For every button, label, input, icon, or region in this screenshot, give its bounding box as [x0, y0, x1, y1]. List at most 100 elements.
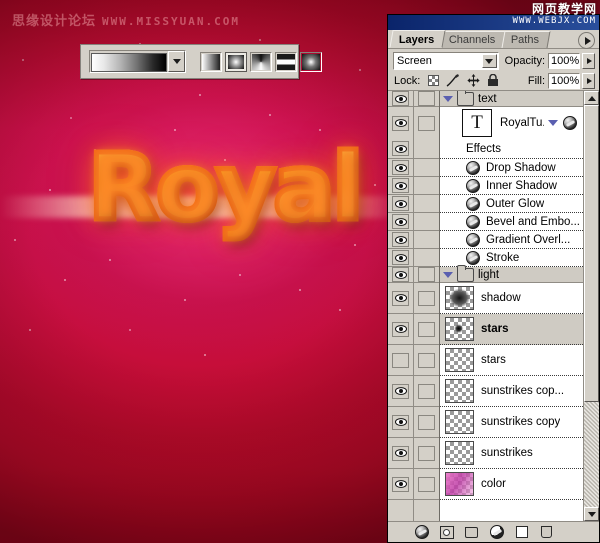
blend-mode-select[interactable]: Screen	[393, 52, 499, 70]
scroll-down-button[interactable]	[584, 507, 599, 521]
gradient-type-buttons	[200, 51, 322, 72]
lock-transparent-pixels-button[interactable]	[426, 74, 440, 87]
opacity-stepper-button[interactable]	[582, 53, 595, 69]
link-toggle	[414, 231, 439, 249]
layer-row-sunstrikes-cop[interactable]: sunstrikes cop...	[440, 376, 583, 407]
gradient-picker[interactable]	[89, 50, 186, 73]
layer-row-sunstrikes[interactable]: sunstrikes	[440, 438, 583, 469]
layer-row-color[interactable]: color	[440, 469, 583, 500]
visibility-toggle[interactable]	[388, 438, 413, 469]
visibility-toggle[interactable]	[388, 345, 413, 376]
watermark-panel-url: WWW.WEBJX.COM	[512, 16, 596, 26]
disclosure-triangle-icon[interactable]	[443, 95, 453, 102]
layer-style-button[interactable]	[414, 525, 429, 540]
new-adjustment-layer-button[interactable]	[489, 525, 504, 540]
lock-label: Lock:	[394, 74, 421, 87]
gradient-dropdown-button[interactable]	[168, 51, 185, 72]
lock-image-pixels-button[interactable]	[446, 74, 460, 87]
radial-gradient-button[interactable]	[225, 51, 247, 72]
effect-row-outer-glow[interactable]: Outer Glow	[440, 195, 583, 213]
add-layer-mask-button[interactable]	[439, 525, 454, 540]
link-toggle[interactable]	[414, 267, 439, 283]
linear-gradient-button[interactable]	[200, 51, 222, 72]
visibility-toggle[interactable]	[388, 139, 413, 159]
blend-mode-value: Screen	[397, 55, 432, 67]
visibility-toggle[interactable]	[388, 267, 413, 283]
visibility-toggle[interactable]	[388, 407, 413, 438]
effect-row-gradient-overlay[interactable]: Gradient Overl...	[440, 231, 583, 249]
layer-effects-icon	[563, 116, 577, 130]
new-group-button[interactable]	[464, 525, 479, 540]
disclosure-triangle-icon[interactable]	[443, 271, 453, 278]
palette-titlebar[interactable]: 网页教学网 WWW.WEBJX.COM	[388, 2, 599, 30]
link-toggle[interactable]	[414, 438, 439, 469]
link-toggle[interactable]	[414, 91, 439, 107]
link-toggle[interactable]	[414, 469, 439, 500]
effects-header-row[interactable]: Effects	[440, 139, 583, 159]
visibility-toggle[interactable]	[388, 231, 413, 249]
folder-icon	[457, 264, 474, 282]
eye-icon	[392, 267, 409, 282]
link-toggle[interactable]	[414, 107, 439, 139]
opacity-label: Opacity:	[504, 55, 546, 67]
effect-name: Inner Shadow	[486, 179, 557, 192]
scrollbar-thumb[interactable]	[584, 105, 599, 403]
link-toggle[interactable]	[414, 376, 439, 407]
lock-all-button[interactable]	[486, 74, 500, 87]
layer-row-shadow[interactable]: shadow	[440, 283, 583, 314]
fill-input[interactable]: 100%	[548, 72, 580, 89]
gradient-swatch[interactable]	[91, 52, 167, 72]
link-toggle[interactable]	[414, 345, 439, 376]
new-layer-button[interactable]	[514, 525, 529, 540]
palette-menu-button[interactable]	[578, 32, 595, 49]
tab-channels-label: Channels	[449, 34, 496, 46]
folder-icon	[457, 91, 474, 106]
layer-row-stars-selected[interactable]: stars	[440, 314, 583, 345]
scroll-up-button[interactable]	[584, 91, 599, 105]
reflected-gradient-button[interactable]	[275, 51, 297, 72]
eye-icon	[392, 445, 409, 461]
opacity-input[interactable]: 100%	[548, 53, 581, 69]
visibility-toggle[interactable]	[388, 195, 413, 213]
scrollbar-track[interactable]	[584, 105, 599, 507]
effect-row-inner-shadow[interactable]: Inner Shadow	[440, 177, 583, 195]
disclosure-triangle-icon[interactable]	[548, 120, 558, 126]
layer-group-text[interactable]: text	[440, 91, 583, 107]
layer-thumbnail	[445, 348, 474, 372]
visibility-toggle[interactable]	[388, 314, 413, 345]
effect-row-drop-shadow[interactable]: Drop Shadow	[440, 159, 583, 177]
visibility-toggle[interactable]	[388, 159, 413, 177]
diamond-gradient-button[interactable]	[300, 51, 322, 72]
fill-stepper-button[interactable]	[582, 72, 595, 89]
move-icon	[467, 74, 480, 87]
layer-group-light[interactable]: light	[440, 264, 583, 283]
lock-position-button[interactable]	[466, 74, 480, 87]
visibility-toggle[interactable]	[388, 107, 413, 139]
tab-paths[interactable]: Paths	[501, 31, 551, 48]
layer-row-stars-hidden[interactable]: stars	[440, 345, 583, 376]
angle-gradient-button[interactable]	[250, 51, 272, 72]
effect-row-bevel-and-emboss[interactable]: Bevel and Embo...	[440, 213, 583, 231]
layer-row-sunstrikes-copy[interactable]: sunstrikes copy	[440, 407, 583, 438]
visibility-toggle[interactable]	[388, 283, 413, 314]
visibility-toggle[interactable]	[388, 249, 413, 267]
visibility-toggle[interactable]	[388, 91, 413, 107]
half-circle-icon	[489, 525, 504, 539]
layer-row-text[interactable]: T RoyalTu...	[440, 107, 583, 139]
layer-list: text T RoyalTu... Effects Drop Shadow	[388, 91, 599, 521]
link-toggle[interactable]	[414, 283, 439, 314]
link-toggle[interactable]	[414, 407, 439, 438]
delete-layer-button[interactable]	[539, 525, 554, 540]
visibility-toggle[interactable]	[388, 376, 413, 407]
layer-name: stars	[481, 354, 506, 366]
blend-mode-arrow[interactable]	[481, 54, 497, 68]
link-icon	[418, 476, 435, 492]
tab-layers[interactable]: Layers	[389, 30, 447, 48]
layer-list-scrollbar[interactable]	[583, 91, 599, 521]
link-toggle[interactable]	[414, 314, 439, 345]
visibility-toggle[interactable]	[388, 177, 413, 195]
tab-channels[interactable]: Channels	[439, 31, 508, 48]
visibility-toggle[interactable]	[388, 469, 413, 500]
checkerboard-icon	[427, 75, 439, 86]
visibility-toggle[interactable]	[388, 213, 413, 231]
